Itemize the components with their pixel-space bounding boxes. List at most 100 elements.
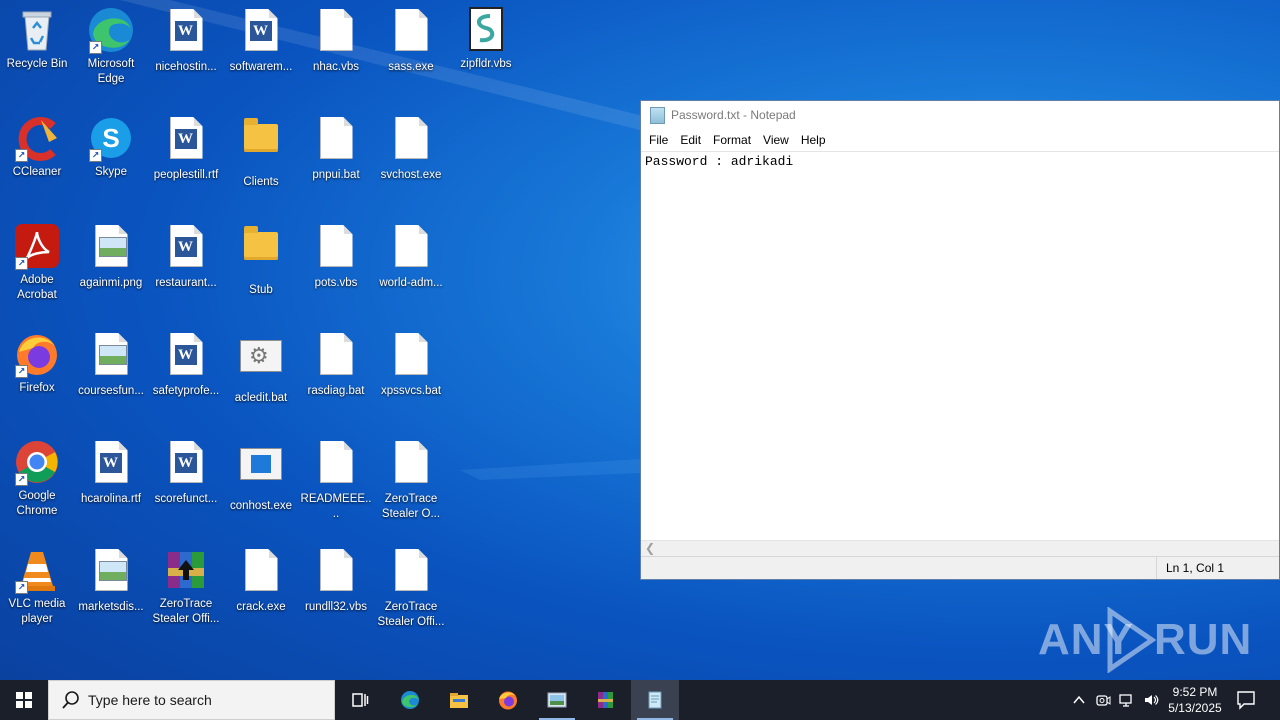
desktop-icon-label: hcarolina.rtf bbox=[80, 493, 142, 505]
desktop-icon-label: svchost.exe bbox=[380, 169, 442, 181]
taskbar-clock[interactable]: 9:52 PM 5/13/2025 bbox=[1160, 684, 1230, 716]
word-document-icon: W bbox=[162, 441, 210, 489]
winrar-archive-icon bbox=[162, 546, 210, 594]
image-viewer-icon bbox=[547, 692, 567, 708]
start-button[interactable] bbox=[0, 680, 48, 720]
notepad-title-bar[interactable]: Password.txt - Notepad bbox=[641, 101, 1279, 129]
desktop-icon-scorefunct[interactable]: W scorefunct... bbox=[150, 438, 222, 507]
clock-date: 5/13/2025 bbox=[1168, 701, 1222, 715]
desktop-icon-crack-exe[interactable]: crack.exe bbox=[225, 546, 297, 615]
desktop-icon-pnpui-bat[interactable]: pnpui.bat bbox=[300, 114, 372, 183]
volume-icon[interactable] bbox=[1143, 692, 1159, 708]
desktop-icon-clients[interactable]: Clients bbox=[225, 114, 297, 190]
desktop-icon-sass-exe[interactable]: sass.exe bbox=[375, 6, 447, 75]
taskbar-file-explorer[interactable] bbox=[435, 680, 483, 720]
notepad-status-bar: Ln 1, Col 1 bbox=[641, 556, 1279, 579]
desktop-icon-label: nhac.vbs bbox=[312, 61, 360, 73]
desktop-icon-vlc-media-player[interactable]: ↗ VLC media player bbox=[1, 546, 73, 627]
image-file-icon bbox=[87, 333, 135, 381]
desktop-icon-world-adm[interactable]: world-adm... bbox=[375, 222, 447, 291]
desktop-icon-acledit-bat[interactable]: ⚙ acledit.bat bbox=[225, 330, 297, 406]
desktop-icon-label: Clients bbox=[243, 176, 279, 188]
desktop-icon-firefox[interactable]: ↗ Firefox bbox=[1, 330, 73, 396]
network-icon[interactable] bbox=[1119, 692, 1135, 708]
taskbar-edge[interactable] bbox=[386, 680, 434, 720]
menu-view[interactable]: View bbox=[757, 133, 795, 147]
desktop-icon-softwarem[interactable]: W softwarem... bbox=[225, 6, 297, 75]
task-view-icon bbox=[352, 693, 369, 707]
chrome-icon: ↗ bbox=[13, 438, 61, 486]
desktop-icon-nhac-vbs[interactable]: nhac.vbs bbox=[300, 6, 372, 75]
desktop-icon-microsoft-edge[interactable]: ↗ Microsoft Edge bbox=[75, 6, 147, 87]
horizontal-scrollbar[interactable]: ❮ bbox=[641, 540, 1279, 557]
desktop-icon-zerotrace-stealer-offi[interactable]: ZeroTrace Stealer Offi... bbox=[375, 546, 447, 630]
desktop-icon-label: Microsoft Edge bbox=[87, 58, 135, 85]
desktop-icon-pots-vbs[interactable]: pots.vbs bbox=[300, 222, 372, 291]
desktop-icon-label: againmi.png bbox=[79, 277, 143, 289]
firefox-icon: ↗ bbox=[13, 330, 61, 378]
desktop-icon-label: peoplestill.rtf bbox=[153, 169, 219, 181]
blank-file-icon bbox=[312, 117, 360, 165]
folder-icon bbox=[237, 226, 285, 280]
image-file-icon bbox=[87, 549, 135, 597]
word-document-icon: W bbox=[237, 9, 285, 57]
notepad-text-area[interactable]: Password : adrikadi bbox=[641, 151, 1279, 541]
desktop-icon-label: ZeroTrace Stealer Offi... bbox=[377, 601, 445, 628]
blank-file-icon bbox=[312, 441, 360, 489]
folder-icon bbox=[237, 118, 285, 172]
taskbar-search-box[interactable]: Type here to search bbox=[48, 680, 335, 720]
taskbar-notepad[interactable] bbox=[631, 680, 679, 720]
application-window-icon bbox=[237, 448, 285, 496]
desktop-icon-peoplestill[interactable]: W peoplestill.rtf bbox=[150, 114, 222, 183]
desktop-icon-stub[interactable]: Stub bbox=[225, 222, 297, 298]
desktop-icon-adobe-acrobat[interactable]: ↗ Adobe Acrobat bbox=[1, 222, 73, 303]
desktop-icon-google-chrome[interactable]: ↗ Google Chrome bbox=[1, 438, 73, 519]
desktop-icon-recycle-bin[interactable]: Recycle Bin bbox=[1, 6, 73, 72]
desktop-icon-zerotrace-stealer-offi-archive[interactable]: ZeroTrace Stealer Offi... bbox=[150, 546, 222, 627]
batch-file-gear-icon: ⚙ bbox=[237, 340, 285, 388]
desktop-icon-conhost-exe[interactable]: conhost.exe bbox=[225, 438, 297, 514]
desktop-icon-skype[interactable]: S ↗ Skype bbox=[75, 114, 147, 180]
desktop-icon-safetyprofe[interactable]: W safetyprofe... bbox=[150, 330, 222, 399]
meet-now-icon[interactable] bbox=[1095, 692, 1111, 708]
notification-center-icon[interactable] bbox=[1236, 690, 1256, 710]
desktop-icon-label: softwarem... bbox=[229, 61, 293, 73]
desktop-icon-againmi-png[interactable]: againmi.png bbox=[75, 222, 147, 291]
taskbar-winrar[interactable] bbox=[582, 680, 630, 720]
menu-format[interactable]: Format bbox=[707, 133, 757, 147]
desktop-icon-label: scorefunct... bbox=[154, 493, 218, 505]
desktop-icon-label: coursesfun... bbox=[78, 385, 144, 397]
desktop-icon-zipfldr-vbs[interactable]: zipfldr.vbs bbox=[450, 6, 522, 72]
windows-logo-icon bbox=[16, 692, 32, 708]
scroll-left-icon[interactable]: ❮ bbox=[645, 541, 655, 556]
desktop-icon-rasdiag-bat[interactable]: rasdiag.bat bbox=[300, 330, 372, 399]
notepad-window[interactable]: Password.txt - Notepad File Edit Format … bbox=[640, 100, 1280, 580]
taskbar-firefox[interactable] bbox=[484, 680, 532, 720]
desktop-icon-coursesfun[interactable]: coursesfun... bbox=[75, 330, 147, 399]
blank-file-icon bbox=[387, 117, 435, 165]
desktop-icon-label: Recycle Bin bbox=[6, 58, 68, 70]
desktop-icon-marketsdis[interactable]: marketsdis... bbox=[75, 546, 147, 615]
desktop-icon-restaurant[interactable]: W restaurant... bbox=[150, 222, 222, 291]
desktop-icon-hcarolina-rtf[interactable]: W hcarolina.rtf bbox=[75, 438, 147, 507]
ccleaner-icon: ↗ bbox=[13, 114, 61, 162]
desktop-icon-ccleaner[interactable]: ↗ CCleaner bbox=[1, 114, 73, 180]
chevron-up-icon[interactable] bbox=[1071, 692, 1087, 708]
menu-help[interactable]: Help bbox=[795, 133, 832, 147]
desktop-icon-rundll32-vbs[interactable]: rundll32.vbs bbox=[300, 546, 372, 615]
desktop-icon-xpssvcs-bat[interactable]: xpssvcs.bat bbox=[375, 330, 447, 399]
desktop-icon-label: READMEEE.... bbox=[300, 493, 372, 520]
menu-file[interactable]: File bbox=[643, 133, 674, 147]
desktop-icon-readmeee[interactable]: READMEEE.... bbox=[300, 438, 372, 522]
desktop-icon-svchost-exe[interactable]: svchost.exe bbox=[375, 114, 447, 183]
desktop-icon-label: Skype bbox=[95, 166, 127, 178]
menu-edit[interactable]: Edit bbox=[674, 133, 707, 147]
desktop-icon-label: world-adm... bbox=[379, 277, 443, 289]
desktop-icon-zerotrace-stealer-o[interactable]: ZeroTrace Stealer O... bbox=[375, 438, 447, 522]
task-view-button[interactable] bbox=[336, 680, 384, 720]
desktop-icon-nicehostin[interactable]: W nicehostin... bbox=[150, 6, 222, 75]
shortcut-arrow-icon: ↗ bbox=[15, 473, 28, 486]
desktop-icon-label: CCleaner bbox=[12, 166, 62, 178]
taskbar-image-viewer[interactable] bbox=[533, 680, 581, 720]
search-placeholder: Type here to search bbox=[88, 692, 212, 708]
